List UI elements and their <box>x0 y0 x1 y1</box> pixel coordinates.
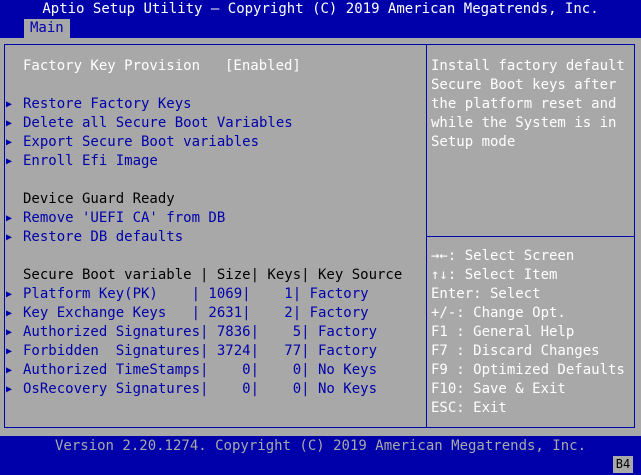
submenu-arrow-icon: ▶ <box>6 346 13 357</box>
help-key-change-opt: +/-: Change Opt. <box>431 305 566 321</box>
table-row[interactable]: OsRecovery Signatures| 0| 0| No Keys <box>23 380 377 399</box>
help-description-line: Secure Boot keys after <box>431 77 617 93</box>
table-row[interactable]: Authorized Signatures| 7836| 5| Factory <box>23 323 377 342</box>
main-panel: Factory Key Provision [Enabled] ▶ Restor… <box>0 38 641 436</box>
delete-secure-boot-variables-item[interactable]: Delete all Secure Boot Variables <box>23 114 293 133</box>
factory-key-provision-value[interactable]: [Enabled] <box>225 57 301 76</box>
help-description-line: the platform reset and <box>431 96 617 112</box>
export-secure-boot-variables-item[interactable]: Export Secure Boot variables <box>23 133 259 152</box>
device-guard-heading: Device Guard Ready <box>23 191 175 207</box>
submenu-arrow-icon: ▶ <box>6 384 13 395</box>
enroll-efi-image-item[interactable]: Enroll Efi Image <box>23 152 158 171</box>
submenu-arrow-icon: ▶ <box>6 118 13 129</box>
submenu-arrow-icon: ▶ <box>6 365 13 376</box>
help-key-save-exit: F10: Save & Exit <box>431 381 566 397</box>
help-description-line: Setup mode <box>431 134 516 150</box>
table-row[interactable]: Key Exchange Keys | 2631| 2| Factory <box>23 304 369 323</box>
restore-factory-keys-item[interactable]: Restore Factory Keys <box>23 95 192 114</box>
tab-main[interactable]: Main <box>24 19 70 38</box>
submenu-arrow-icon: ▶ <box>6 213 13 224</box>
submenu-arrow-icon: ▶ <box>6 137 13 148</box>
help-key-general-help: F1 : General Help <box>431 324 575 340</box>
help-description-line: while the System is in <box>431 115 617 131</box>
table-row[interactable]: Forbidden Signatures| 3724| 77| Factory <box>23 342 377 361</box>
remove-uefi-ca-item[interactable]: Remove 'UEFI CA' from DB <box>23 209 225 228</box>
submenu-arrow-icon: ▶ <box>6 308 13 319</box>
version-footer: Version 2.20.1274. Copyright (C) 2019 Am… <box>0 436 641 475</box>
post-code-badge: B4 <box>613 456 633 473</box>
help-keys-divider <box>427 236 634 237</box>
submenu-arrow-icon: ▶ <box>6 327 13 338</box>
help-key-discard-changes: F7 : Discard Changes <box>431 343 600 359</box>
factory-key-provision-label[interactable]: Factory Key Provision <box>23 57 200 76</box>
bios-screen: Aptio Setup Utility – Copyright (C) 2019… <box>0 0 641 475</box>
help-key-select-item: ↑↓: Select Item <box>431 267 558 283</box>
help-key-select-screen: →←: Select Screen <box>431 248 575 264</box>
help-key-optimized-defaults: F9 : Optimized Defaults <box>431 362 625 378</box>
tab-bar: Main <box>0 19 641 38</box>
submenu-arrow-icon: ▶ <box>6 156 13 167</box>
help-description-line: Install factory default <box>431 58 625 74</box>
submenu-arrow-icon: ▶ <box>6 99 13 110</box>
submenu-arrow-icon: ▶ <box>6 232 13 243</box>
window-title: Aptio Setup Utility – Copyright (C) 2019… <box>0 0 641 19</box>
help-key-exit: ESC: Exit <box>431 400 507 416</box>
submenu-arrow-icon: ▶ <box>6 289 13 300</box>
table-row[interactable]: Platform Key(PK) | 1069| 1| Factory <box>23 285 369 304</box>
restore-db-defaults-item[interactable]: Restore DB defaults <box>23 228 183 247</box>
help-key-enter: Enter: Select <box>431 286 541 302</box>
variables-table-header: Secure Boot variable | Size| Keys| Key S… <box>23 267 403 283</box>
table-row[interactable]: Authorized TimeStamps| 0| 0| No Keys <box>23 361 377 380</box>
